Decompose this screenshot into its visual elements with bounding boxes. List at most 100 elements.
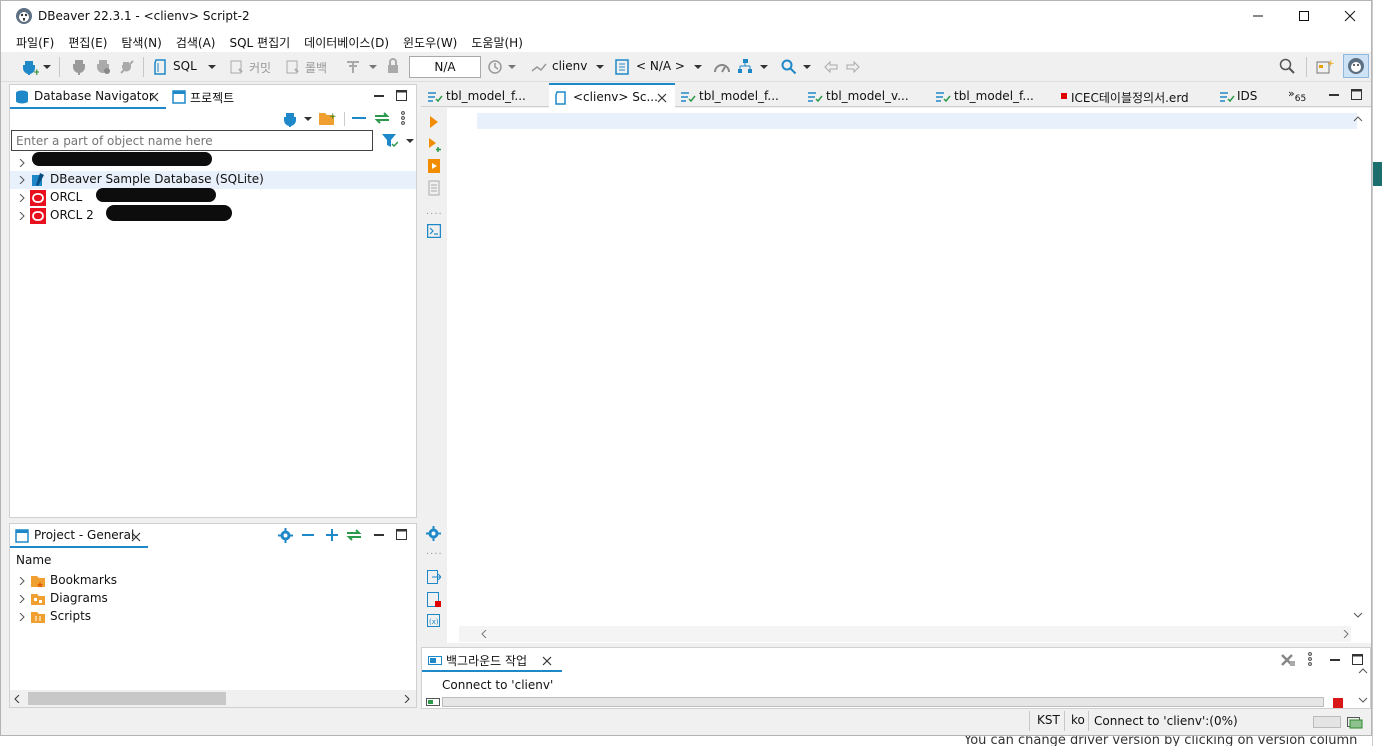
chevron-down-icon[interactable] <box>304 117 312 122</box>
connect-icon[interactable] <box>71 59 87 75</box>
link-with-editor-icon[interactable] <box>346 529 362 541</box>
export-icon[interactable] <box>427 570 441 584</box>
chevron-down-icon[interactable] <box>760 65 768 70</box>
maximize-view-icon[interactable] <box>1352 654 1363 665</box>
editor-tab-tbl-model-f-3[interactable]: tbl_model_f... <box>933 85 1057 107</box>
new-folder-icon[interactable]: + <box>318 110 336 126</box>
maximize-editor-icon[interactable] <box>1351 89 1362 100</box>
gear-icon[interactable] <box>426 526 441 541</box>
scroll-down-icon[interactable] <box>1353 612 1363 618</box>
tree-item-bookmarks[interactable]: Bookmarks <box>10 572 416 590</box>
editor-tab-tbl-model-v[interactable]: tbl_model_v... <box>805 85 929 107</box>
menu-navigate[interactable]: 탐색(N) <box>114 31 168 52</box>
global-search-icon[interactable] <box>1279 58 1295 74</box>
menu-sql-editor[interactable]: SQL 편집기 <box>222 31 297 52</box>
chevron-right-icon[interactable] <box>18 613 26 621</box>
chevron-right-icon[interactable] <box>1343 630 1349 638</box>
active-schema[interactable]: < N/A > <box>636 59 685 73</box>
column-header-name[interactable]: Name <box>16 553 51 567</box>
transaction-mode-field[interactable]: N/A <box>409 56 481 78</box>
rollback-icon[interactable] <box>285 59 301 75</box>
tree-item-scripts[interactable]: Scripts <box>10 608 416 626</box>
back-icon[interactable] <box>823 59 839 75</box>
chevron-right-icon[interactable] <box>18 577 26 585</box>
chevron-left-icon[interactable] <box>14 695 20 703</box>
editor-tab-tbl-model-f-2[interactable]: tbl_model_f... <box>678 85 802 107</box>
open-perspective-icon[interactable]: + <box>1316 58 1334 74</box>
history-icon[interactable] <box>487 59 503 75</box>
gear-icon[interactable] <box>278 528 293 543</box>
close-tab-icon[interactable] <box>131 532 141 542</box>
dashboard-icon[interactable] <box>713 59 731 75</box>
tab-projects[interactable]: 프로젝트 <box>170 85 250 109</box>
view-menu-icon[interactable] <box>1308 652 1312 666</box>
lock-icon[interactable] <box>386 58 400 74</box>
chevron-right-icon[interactable] <box>18 159 26 167</box>
close-tab-icon[interactable] <box>149 92 159 102</box>
sql-button[interactable]: SQL <box>173 59 197 73</box>
navigator-filter-input[interactable] <box>11 130 373 151</box>
commit-button[interactable]: 커밋 <box>249 59 271 76</box>
chevron-down-icon[interactable] <box>508 65 516 70</box>
forward-icon[interactable] <box>845 59 861 75</box>
menu-file[interactable]: 파일(F) <box>1 31 61 52</box>
cancel-task-button[interactable] <box>1333 698 1343 708</box>
new-connection-icon[interactable]: + <box>21 59 39 75</box>
progress-view-icon[interactable] <box>1347 715 1363 729</box>
console-icon[interactable] <box>427 224 441 238</box>
menu-window[interactable]: 윈도우(W) <box>396 31 464 52</box>
chevron-down-icon[interactable] <box>803 65 811 70</box>
disconnect-icon[interactable] <box>119 59 135 75</box>
tab-project-general[interactable]: Project - General <box>10 524 148 548</box>
minimize-button[interactable] <box>1235 1 1281 31</box>
tree-structure-icon[interactable] <box>737 58 753 74</box>
menu-search[interactable]: 검색(A) <box>169 31 223 52</box>
collapse-all-icon[interactable] <box>302 534 314 537</box>
sql-editor-icon[interactable] <box>153 59 167 75</box>
menu-help[interactable]: 도움말(H) <box>464 31 530 52</box>
maximize-button[interactable] <box>1281 1 1327 31</box>
filter-icon[interactable] <box>382 134 398 148</box>
close-tab-icon[interactable] <box>542 656 552 666</box>
menu-edit[interactable]: 편집(E) <box>61 31 114 52</box>
new-connection-icon[interactable] <box>282 111 300 127</box>
tab-database-navigator[interactable]: Database Navigator <box>10 85 166 109</box>
minimize-view-icon[interactable] <box>374 530 384 540</box>
editor-tab-tbl-model-f-1[interactable]: tbl_model_f... <box>425 85 547 107</box>
editor-tab-ids[interactable]: IDS <box>1217 85 1277 107</box>
maximize-view-icon[interactable] <box>396 529 407 540</box>
chevron-right-icon[interactable] <box>18 595 26 603</box>
explain-plan-icon[interactable] <box>427 180 441 196</box>
execute-script-icon[interactable] <box>427 158 441 174</box>
minimize-editor-icon[interactable] <box>1329 90 1339 100</box>
horizontal-scrollbar[interactable] <box>10 690 416 707</box>
minimize-view-icon[interactable] <box>1330 655 1340 665</box>
scroll-up-icon[interactable] <box>1353 116 1363 122</box>
chevron-right-icon[interactable] <box>18 176 26 184</box>
chevron-down-icon[interactable] <box>694 65 702 70</box>
link-with-editor-icon[interactable] <box>374 112 390 124</box>
error-log-icon[interactable] <box>427 592 441 608</box>
dbeaver-perspective-button[interactable] <box>1343 54 1369 78</box>
commit-icon[interactable] <box>229 59 245 75</box>
sql-editor[interactable] <box>447 108 1371 643</box>
editor-tab-clienv-script[interactable]: <clienv> Sc... <box>549 83 675 108</box>
collapse-all-icon[interactable] <box>352 117 366 121</box>
more-tabs-button[interactable]: »65 <box>1288 87 1306 104</box>
scrollbar-thumb[interactable] <box>28 692 226 705</box>
maximize-view-icon[interactable] <box>396 90 407 101</box>
scroll-down-icon[interactable] <box>1358 697 1368 703</box>
minimize-view-icon[interactable] <box>374 91 384 101</box>
search-icon[interactable] <box>781 59 797 75</box>
chevron-right-icon[interactable] <box>404 695 410 703</box>
editor-tab-erd[interactable]: ICEC테이블정의서.erd <box>1059 85 1209 107</box>
chevron-down-icon[interactable] <box>43 65 51 70</box>
chevron-down-icon[interactable] <box>208 65 216 70</box>
chevron-right-icon[interactable] <box>18 212 26 220</box>
remove-finished-icon[interactable] <box>1280 653 1296 667</box>
execute-statement-icon[interactable] <box>429 116 439 128</box>
view-menu-icon[interactable] <box>401 111 405 125</box>
tree-item-sample-database[interactable]: DBeaver Sample Database (SQLite) <box>10 171 416 189</box>
active-datasource[interactable]: clienv <box>552 59 587 73</box>
close-tab-icon[interactable] <box>657 93 667 103</box>
